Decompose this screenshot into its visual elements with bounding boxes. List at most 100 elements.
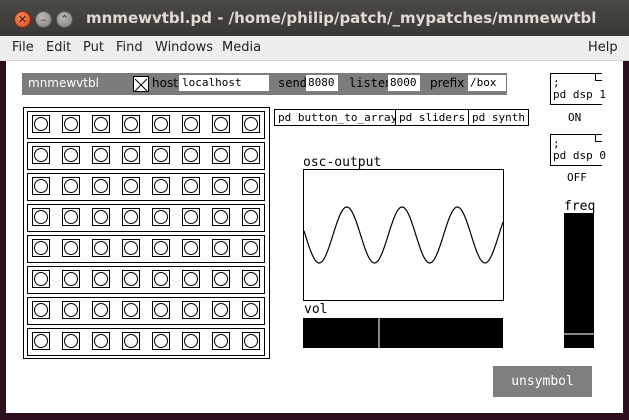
menu-edit[interactable]: Edit bbox=[46, 40, 71, 55]
grid-bang-button[interactable] bbox=[212, 208, 230, 226]
menu-find[interactable]: Find bbox=[116, 40, 143, 55]
connect-toggle[interactable] bbox=[133, 76, 149, 92]
button-grid-row bbox=[27, 204, 265, 232]
grid-bang-button[interactable] bbox=[62, 146, 80, 164]
freq-slider[interactable] bbox=[564, 213, 594, 348]
grid-bang-button[interactable] bbox=[92, 301, 110, 319]
grid-bang-button[interactable] bbox=[242, 177, 260, 195]
grid-bang-button[interactable] bbox=[152, 332, 170, 350]
grid-bang-button[interactable] bbox=[182, 208, 200, 226]
bang-circle-icon bbox=[64, 272, 78, 286]
grid-bang-button[interactable] bbox=[152, 115, 170, 133]
grid-bang-button[interactable] bbox=[182, 146, 200, 164]
grid-bang-button[interactable] bbox=[62, 208, 80, 226]
grid-bang-button[interactable] bbox=[212, 270, 230, 288]
grid-bang-button[interactable] bbox=[152, 239, 170, 257]
grid-bang-button[interactable] bbox=[92, 208, 110, 226]
vol-slider[interactable] bbox=[303, 318, 503, 348]
menu-file[interactable]: File bbox=[12, 40, 34, 55]
grid-bang-button[interactable] bbox=[122, 301, 140, 319]
grid-bang-button[interactable] bbox=[122, 115, 140, 133]
grid-bang-button[interactable] bbox=[92, 239, 110, 257]
grid-bang-button[interactable] bbox=[182, 115, 200, 133]
grid-bang-button[interactable] bbox=[92, 332, 110, 350]
menu-help[interactable]: Help bbox=[588, 40, 618, 55]
grid-bang-button[interactable] bbox=[92, 270, 110, 288]
grid-bang-button[interactable] bbox=[122, 239, 140, 257]
prefix-label: prefix bbox=[430, 76, 465, 90]
grid-bang-button[interactable] bbox=[152, 208, 170, 226]
osc-output-array[interactable] bbox=[303, 169, 504, 301]
grid-bang-button[interactable] bbox=[62, 332, 80, 350]
grid-bang-button[interactable] bbox=[92, 146, 110, 164]
grid-bang-button[interactable] bbox=[212, 332, 230, 350]
grid-bang-button[interactable] bbox=[122, 146, 140, 164]
minimize-window-button[interactable]: – bbox=[35, 11, 52, 28]
grid-bang-button[interactable] bbox=[182, 332, 200, 350]
grid-bang-button[interactable] bbox=[182, 239, 200, 257]
pd-synth-object[interactable]: pd synth bbox=[468, 109, 529, 126]
grid-bang-button[interactable] bbox=[212, 115, 230, 133]
menu-windows[interactable]: Windows bbox=[155, 40, 213, 55]
grid-bang-button[interactable] bbox=[122, 270, 140, 288]
grid-bang-button[interactable] bbox=[152, 177, 170, 195]
grid-bang-button[interactable] bbox=[182, 301, 200, 319]
grid-bang-button[interactable] bbox=[32, 208, 50, 226]
freq-slider-knob[interactable] bbox=[564, 333, 594, 335]
dsp-off-message[interactable]: ; pd dsp 0 bbox=[550, 134, 606, 166]
grid-bang-button[interactable] bbox=[92, 115, 110, 133]
listen-port-field[interactable]: 8000 bbox=[388, 75, 420, 91]
pd-button-to-array-object[interactable]: pd button_to_array bbox=[274, 109, 402, 126]
grid-bang-button[interactable] bbox=[152, 301, 170, 319]
bang-circle-icon bbox=[244, 272, 258, 286]
unsymbol-button[interactable]: unsymbol bbox=[493, 366, 592, 397]
grid-bang-button[interactable] bbox=[242, 239, 260, 257]
menu-put[interactable]: Put bbox=[83, 40, 104, 55]
grid-bang-button[interactable] bbox=[212, 239, 230, 257]
grid-bang-button[interactable] bbox=[212, 146, 230, 164]
close-window-button[interactable]: ✕ bbox=[14, 11, 31, 28]
bang-circle-icon bbox=[94, 303, 108, 317]
grid-bang-button[interactable] bbox=[242, 146, 260, 164]
send-port-field[interactable]: 8080 bbox=[306, 75, 338, 91]
grid-bang-button[interactable] bbox=[32, 115, 50, 133]
grid-bang-button[interactable] bbox=[242, 115, 260, 133]
grid-bang-button[interactable] bbox=[32, 332, 50, 350]
bang-circle-icon bbox=[64, 148, 78, 162]
grid-bang-button[interactable] bbox=[122, 332, 140, 350]
grid-bang-button[interactable] bbox=[62, 301, 80, 319]
grid-bang-button[interactable] bbox=[32, 177, 50, 195]
grid-bang-button[interactable] bbox=[122, 177, 140, 195]
grid-bang-button[interactable] bbox=[32, 270, 50, 288]
title-bar: ✕ – ⌃ mnmewvtbl.pd - /home/philip/patch/… bbox=[0, 0, 629, 36]
grid-bang-button[interactable] bbox=[62, 270, 80, 288]
grid-bang-button[interactable] bbox=[242, 208, 260, 226]
vol-slider-knob[interactable] bbox=[378, 318, 380, 348]
grid-bang-button[interactable] bbox=[62, 239, 80, 257]
grid-bang-button[interactable] bbox=[152, 270, 170, 288]
grid-bang-button[interactable] bbox=[182, 270, 200, 288]
grid-bang-button[interactable] bbox=[62, 115, 80, 133]
grid-bang-button[interactable] bbox=[212, 177, 230, 195]
grid-bang-button[interactable] bbox=[152, 146, 170, 164]
patch-canvas[interactable]: mnmewvtbl host localhost send 8080 liste… bbox=[6, 61, 623, 413]
grid-bang-button[interactable] bbox=[242, 301, 260, 319]
grid-bang-button[interactable] bbox=[182, 177, 200, 195]
grid-bang-button[interactable] bbox=[242, 270, 260, 288]
bang-circle-icon bbox=[124, 334, 138, 348]
maximize-window-button[interactable]: ⌃ bbox=[56, 11, 73, 28]
prefix-field[interactable]: /box bbox=[468, 75, 506, 91]
grid-bang-button[interactable] bbox=[92, 177, 110, 195]
grid-bang-button[interactable] bbox=[32, 301, 50, 319]
pd-sliders-object[interactable]: pd sliders bbox=[395, 109, 470, 126]
host-field[interactable]: localhost bbox=[179, 75, 269, 91]
grid-bang-button[interactable] bbox=[122, 208, 140, 226]
grid-bang-button[interactable] bbox=[212, 301, 230, 319]
grid-bang-button[interactable] bbox=[32, 146, 50, 164]
grid-bang-button[interactable] bbox=[62, 177, 80, 195]
grid-bang-button[interactable] bbox=[242, 332, 260, 350]
grid-bang-button[interactable] bbox=[32, 239, 50, 257]
menu-media[interactable]: Media bbox=[222, 40, 261, 55]
bang-circle-icon bbox=[154, 179, 168, 193]
dsp-on-message[interactable]: ; pd dsp 1 bbox=[550, 73, 606, 105]
